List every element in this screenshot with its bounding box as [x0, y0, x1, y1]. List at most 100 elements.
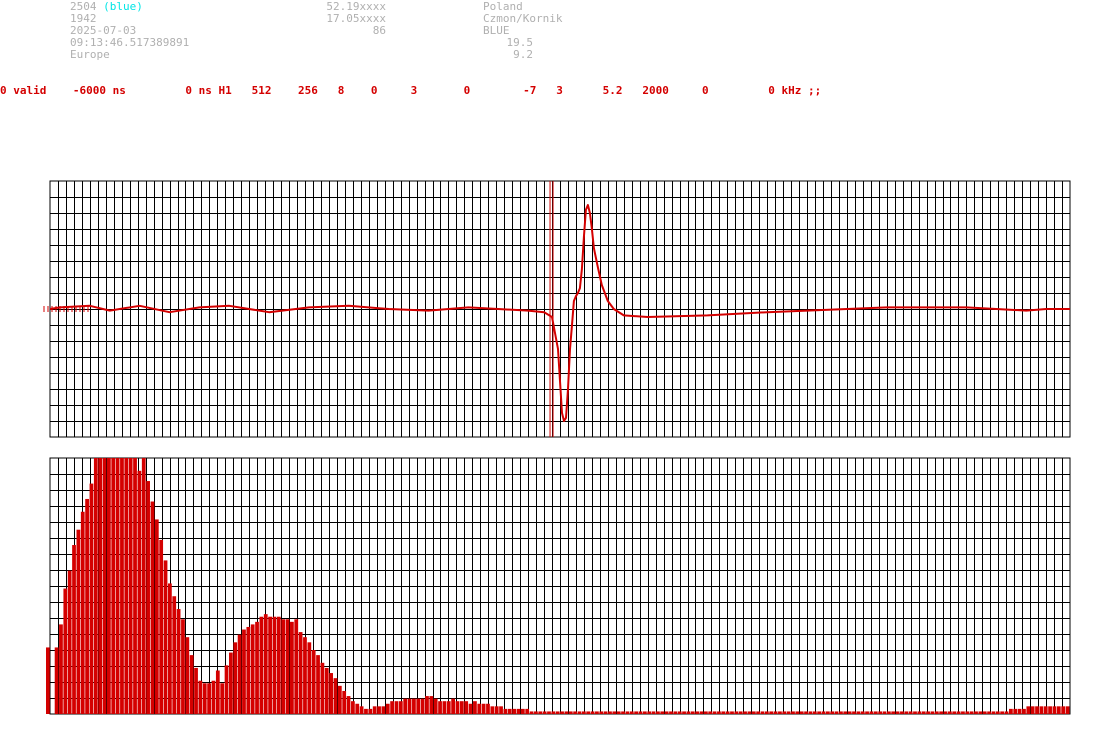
histogram-bar [503, 708, 508, 714]
histogram-bar [825, 711, 830, 714]
histogram-bar [364, 708, 368, 714]
histogram-bar [520, 708, 525, 714]
histogram-bar [756, 711, 761, 714]
histogram-bar [355, 703, 360, 714]
histogram-bar [329, 673, 333, 714]
histogram-bar [1048, 706, 1052, 714]
histogram-bar [934, 711, 939, 714]
histogram-bar [682, 711, 686, 714]
histogram-bar [782, 711, 787, 714]
histogram-bar [224, 665, 229, 714]
histogram-bar [695, 711, 700, 714]
histogram-chart [46, 457, 1071, 715]
histogram-bar [930, 711, 935, 714]
histogram-bar [839, 711, 843, 714]
histogram-bar [703, 711, 708, 714]
histogram-bar [900, 711, 904, 714]
histogram-bar [89, 483, 94, 714]
histogram-bar [751, 711, 756, 714]
histogram-bar [85, 498, 89, 714]
histogram-bar [634, 711, 639, 714]
histogram-bar [947, 711, 952, 714]
histogram-bar [847, 711, 852, 714]
histogram-bar [886, 711, 891, 714]
histogram-bar [455, 701, 460, 714]
histogram-bar [446, 701, 451, 714]
histogram-bar [808, 711, 813, 714]
histogram-bar [555, 711, 560, 714]
histogram-bar [477, 703, 482, 714]
histogram-bar [189, 655, 194, 714]
histogram-bar [812, 711, 817, 714]
histogram-bar [72, 545, 76, 714]
histogram-bar [1017, 708, 1022, 714]
histogram-bar [1043, 706, 1048, 714]
histogram-bar [159, 539, 164, 714]
histogram-bar [198, 680, 203, 714]
histogram-bar [320, 662, 325, 714]
histogram-bar [917, 711, 922, 714]
histogram-bar [63, 588, 68, 714]
histogram-bar [512, 708, 517, 714]
histogram-bar [982, 711, 987, 714]
histogram-bar [978, 711, 983, 714]
histogram-bar [146, 481, 150, 714]
histogram-bar [956, 711, 961, 714]
histogram-bar [608, 711, 612, 714]
histogram-bar [564, 711, 569, 714]
histogram-bar [211, 680, 216, 714]
histogram-bar [778, 711, 782, 714]
histogram-bar [734, 711, 739, 714]
histogram-bar [699, 711, 704, 714]
histogram-bar [821, 711, 826, 714]
histogram-bar [499, 706, 503, 714]
histogram-bar [372, 706, 377, 714]
histogram-bar [965, 711, 970, 714]
histogram-bar [738, 711, 743, 714]
histogram-bar [621, 711, 625, 714]
histogram-bar [220, 683, 225, 714]
histogram-bar [59, 624, 63, 714]
histogram-bar [969, 711, 974, 714]
histogram-bar [516, 708, 521, 714]
histogram-bar [595, 711, 599, 714]
histogram-bar [307, 642, 312, 714]
histogram-bar [1026, 706, 1031, 714]
histogram-bar [568, 711, 573, 714]
histogram-bar [538, 711, 543, 714]
histogram-bar [268, 616, 272, 714]
histogram-bar [137, 470, 142, 714]
histogram-bar [547, 711, 551, 714]
histogram-bar [324, 667, 329, 714]
histogram-bar [664, 711, 669, 714]
histogram-bar [141, 458, 146, 714]
histogram-bar [551, 711, 556, 714]
histogram-bar [1009, 708, 1013, 714]
histogram-bar [542, 711, 547, 714]
histogram-bar [804, 711, 808, 714]
histogram-bar [285, 619, 290, 714]
histogram-bar [298, 632, 303, 714]
histogram-bar [599, 711, 604, 714]
histogram-bar [342, 690, 347, 714]
histogram-bar [873, 711, 878, 714]
histogram-bar [773, 711, 778, 714]
histogram-bar [202, 683, 207, 714]
histogram-bar [1004, 711, 1009, 714]
histogram-bar [891, 711, 896, 714]
histogram-bar [573, 711, 578, 714]
histogram-bar [730, 711, 734, 714]
histogram-bar [878, 711, 883, 714]
histogram-bar [46, 647, 50, 714]
histogram-bar [154, 519, 159, 714]
histogram-bar [150, 501, 155, 714]
histogram-bar [991, 711, 996, 714]
histogram-bar [921, 711, 926, 714]
histogram-bar [987, 711, 991, 714]
histogram-bar [433, 698, 438, 714]
histogram-bar [507, 708, 512, 714]
histogram-bar [725, 711, 730, 714]
histogram-bar [764, 711, 769, 714]
histogram-bar [834, 711, 839, 714]
histogram-bar [385, 703, 390, 714]
